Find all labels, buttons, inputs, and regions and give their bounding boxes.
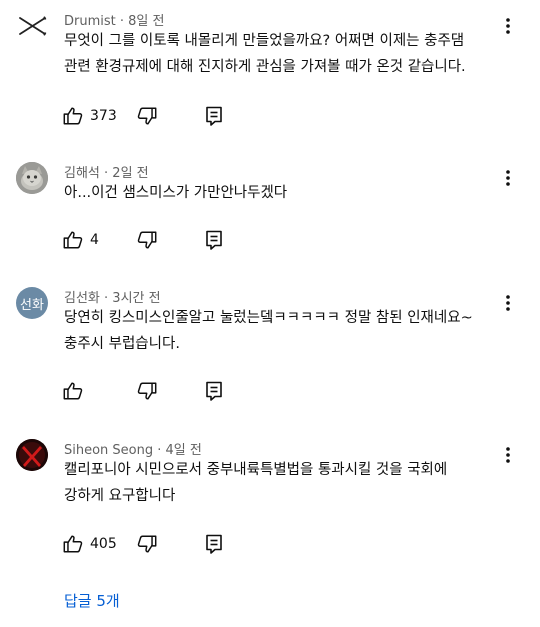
comment-time[interactable]: 4일 전 <box>166 443 202 458</box>
thumbs-up-icon <box>63 107 83 125</box>
thumbs-down-icon <box>137 107 157 125</box>
comment-time[interactable]: 2일 전 <box>112 166 148 181</box>
view-replies-link[interactable]: 답글 5개 <box>64 590 120 611</box>
like-count: 405 <box>90 536 117 552</box>
comment-meta: Siheon Seong · 4일 전 <box>64 439 202 458</box>
like-button[interactable]: 4 <box>62 228 99 252</box>
thumbs-down-icon <box>137 231 157 249</box>
comment-author[interactable]: Siheon Seong <box>64 443 153 458</box>
thumbs-down-icon <box>137 535 157 553</box>
dislike-button[interactable] <box>136 104 158 128</box>
thumbs-up-icon <box>63 535 83 553</box>
more-vert-icon <box>506 447 510 463</box>
more-options-button[interactable] <box>496 445 520 465</box>
comment-text: 무엇이 그를 이토록 내몰리게 만들었을까요? 어쩌면 이제는 충주댐 관련 환… <box>64 33 466 75</box>
thumbs-down-icon <box>137 382 157 400</box>
comment-meta: 김선화 · 3시간 전 <box>64 287 161 306</box>
like-button[interactable]: 373 <box>62 104 117 128</box>
comment-author[interactable]: Drumist <box>64 14 116 29</box>
reply-icon <box>206 230 222 250</box>
comment-author[interactable]: 김선화 <box>64 291 100 306</box>
thumbs-up-icon <box>63 231 83 249</box>
thumbs-up-icon <box>63 382 83 400</box>
avatar[interactable] <box>16 10 48 42</box>
avatar[interactable] <box>16 439 48 471</box>
more-vert-icon <box>506 170 510 186</box>
comment-text: 아...이건 샘스미스가 가만안나두겠다 <box>64 185 288 201</box>
comment-actions: 405 <box>62 532 262 556</box>
comment-author[interactable]: 김해석 <box>64 166 100 181</box>
comment-actions <box>62 379 262 403</box>
more-vert-icon <box>506 18 510 34</box>
comment-time[interactable]: 3시간 전 <box>112 291 160 306</box>
reply-icon <box>206 381 222 401</box>
reply-button[interactable] <box>204 532 224 556</box>
reply-button[interactable] <box>204 379 224 403</box>
comment-actions: 373 <box>62 104 262 128</box>
like-button[interactable] <box>62 379 90 403</box>
more-options-button[interactable] <box>496 168 520 188</box>
dislike-button[interactable] <box>136 532 158 556</box>
comment-text: 캘리포니아 시민으로서 중부내륙특별법을 통과시킬 것을 국회에 강하게 요구합… <box>64 462 448 504</box>
more-options-button[interactable] <box>496 293 520 313</box>
comment-meta: Drumist · 8일 전 <box>64 10 164 29</box>
red-x-avatar-icon <box>16 439 48 471</box>
comment-actions: 4 <box>62 228 262 252</box>
reply-icon <box>206 534 222 554</box>
comment-text: 당연히 킹스미스인줄알고 눌렀는뎈ㅋㅋㅋㅋㅋ 정말 참된 인재네요~ 충주시 부… <box>64 310 473 352</box>
dislike-button[interactable] <box>136 379 158 403</box>
meta-separator: · <box>157 443 166 458</box>
like-button[interactable]: 405 <box>62 532 117 556</box>
dislike-button[interactable] <box>136 228 158 252</box>
more-options-button[interactable] <box>496 16 520 36</box>
reply-icon <box>206 106 222 126</box>
more-vert-icon <box>506 295 510 311</box>
like-count: 4 <box>90 232 99 248</box>
reply-button[interactable] <box>204 228 224 252</box>
avatar[interactable] <box>16 162 48 194</box>
cat-photo-avatar-icon <box>16 162 48 194</box>
like-count: 373 <box>90 108 117 124</box>
avatar-initials: 선화 <box>20 297 44 313</box>
meta-separator: · <box>119 14 129 29</box>
comment-time[interactable]: 8일 전 <box>128 14 164 29</box>
comment-meta: 김해석 · 2일 전 <box>64 162 149 181</box>
avatar[interactable]: 선화 <box>16 287 48 319</box>
drumsticks-avatar-icon <box>19 16 47 36</box>
reply-button[interactable] <box>204 104 224 128</box>
